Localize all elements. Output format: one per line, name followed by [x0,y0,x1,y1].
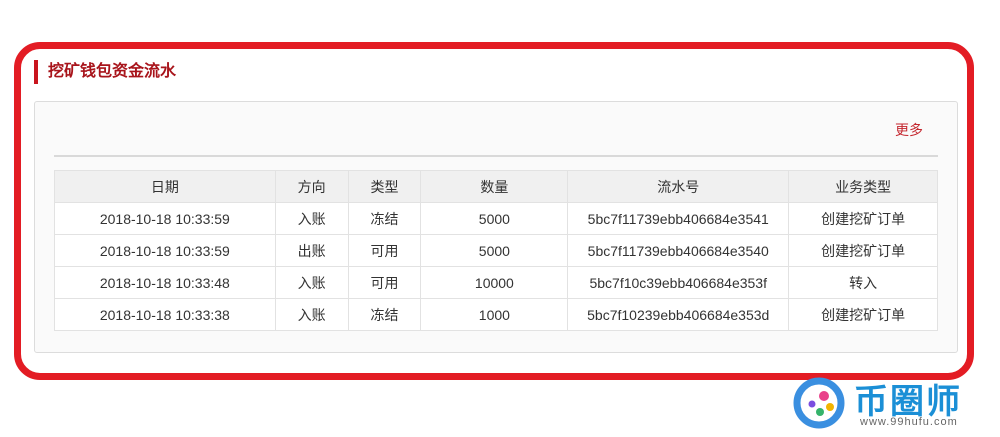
table-row: 2018-10-18 10:33:38 入账 冻结 1000 5bc7f1023… [54,298,938,331]
cell-business-type: 创建挖矿订单 [788,234,938,267]
cell-date: 2018-10-18 10:33:59 [54,234,276,267]
cell-type: 可用 [347,234,422,267]
more-link[interactable]: 更多 [895,120,923,140]
cell-direction: 入账 [274,202,349,235]
table-row: 2018-10-18 10:33:59 入账 冻结 5000 5bc7f1173… [54,202,938,235]
cell-direction: 出账 [274,234,349,267]
col-header-direction: 方向 [274,170,349,203]
cell-amount: 5000 [420,234,569,267]
cell-type: 冻结 [347,202,422,235]
cell-date: 2018-10-18 10:33:48 [54,266,276,299]
cell-serial: 5bc7f10239ebb406684e353d [567,298,790,331]
cell-date: 2018-10-18 10:33:59 [54,202,276,235]
col-header-type: 类型 [347,170,422,203]
cell-direction: 入账 [274,266,349,299]
table-row: 2018-10-18 10:33:59 出账 可用 5000 5bc7f1173… [54,234,938,267]
fund-flow-panel: 更多 日期 方向 类型 数量 流水号 业务类型 2018-10-18 10:33… [34,101,958,353]
watermark-url: www.99hufu.com [860,416,958,428]
col-header-date: 日期 [54,170,276,203]
cell-date: 2018-10-18 10:33:38 [54,298,276,331]
cell-type: 冻结 [347,298,422,331]
section-title: 挖矿钱包资金流水 [34,60,176,84]
brand-logo-icon [793,377,845,429]
col-header-business-type: 业务类型 [788,170,938,203]
cell-direction: 入账 [274,298,349,331]
col-header-serial: 流水号 [567,170,790,203]
cell-business-type: 创建挖矿订单 [788,298,938,331]
cell-amount: 1000 [420,298,569,331]
cell-amount: 5000 [420,202,569,235]
cell-business-type: 转入 [788,266,938,299]
cell-serial: 5bc7f10c39ebb406684e353f [567,266,790,299]
fund-flow-table: 日期 方向 类型 数量 流水号 业务类型 2018-10-18 10:33:59… [54,170,938,331]
col-header-amount: 数量 [420,170,569,203]
cell-serial: 5bc7f11739ebb406684e3540 [567,234,790,267]
table-header-row: 日期 方向 类型 数量 流水号 业务类型 [54,170,938,203]
cell-type: 可用 [347,266,422,299]
divider [54,155,938,157]
watermark: 币圈师 www.99hufu.com [790,372,995,434]
cell-amount: 10000 [420,266,569,299]
cell-business-type: 创建挖矿订单 [788,202,938,235]
cell-serial: 5bc7f11739ebb406684e3541 [567,202,790,235]
table-row: 2018-10-18 10:33:48 入账 可用 10000 5bc7f10c… [54,266,938,299]
